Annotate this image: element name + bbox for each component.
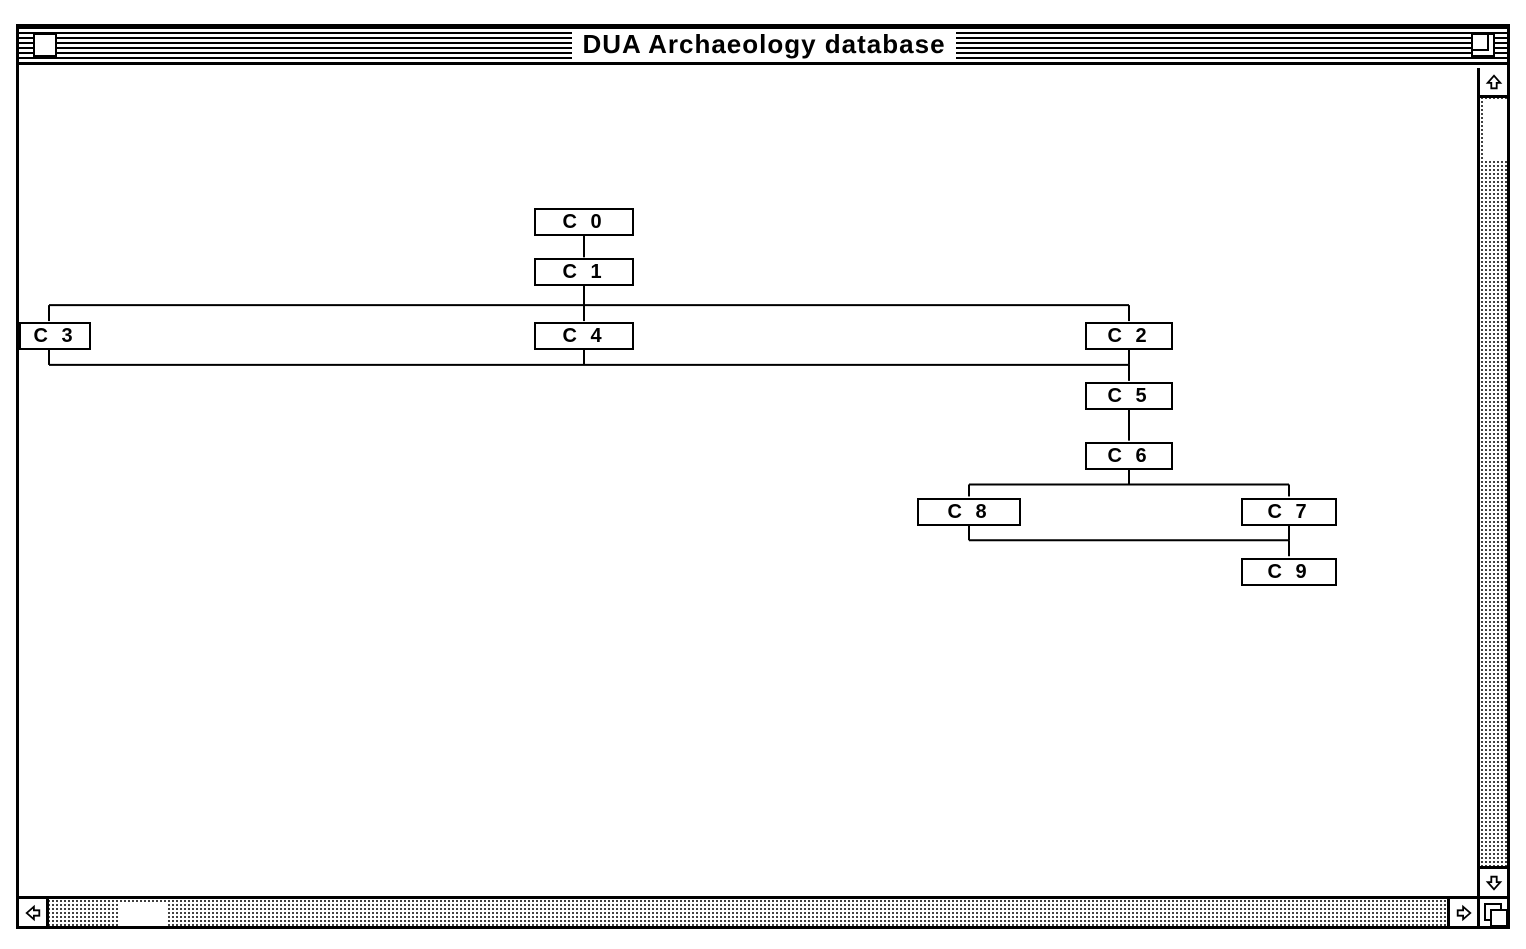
- scroll-right-button[interactable]: [1447, 899, 1477, 926]
- scroll-down-button[interactable]: [1480, 866, 1507, 896]
- window-titlebar[interactable]: DUA Archaeology database: [19, 27, 1507, 65]
- window-resize-handle[interactable]: [1477, 896, 1507, 926]
- node-c3[interactable]: C 3: [19, 322, 91, 350]
- node-c2[interactable]: C 2: [1085, 322, 1173, 350]
- vertical-scrollbar[interactable]: [1477, 68, 1507, 896]
- window-title: DUA Archaeology database: [572, 29, 955, 60]
- scroll-up-button[interactable]: [1480, 68, 1507, 98]
- app-window: DUA Archaeology database: [16, 24, 1510, 929]
- node-c1[interactable]: C 1: [534, 258, 634, 286]
- node-c4[interactable]: C 4: [534, 322, 634, 350]
- horizontal-scrollbar[interactable]: [19, 896, 1477, 926]
- vertical-scroll-thumb[interactable]: [1483, 101, 1507, 161]
- arrow-right-icon: [1455, 904, 1473, 922]
- arrow-up-icon: [1485, 73, 1503, 91]
- node-c5[interactable]: C 5: [1085, 382, 1173, 410]
- window-zoom-button[interactable]: [1471, 33, 1495, 57]
- node-c9[interactable]: C 9: [1241, 558, 1337, 586]
- node-c7[interactable]: C 7: [1241, 498, 1337, 526]
- window-close-button[interactable]: [33, 33, 57, 57]
- diagram-canvas-area[interactable]: C 0 C 1 C 3 C 4 C 2 C 5 C 6 C 8 C 7 C 9: [19, 68, 1477, 896]
- scroll-left-button[interactable]: [19, 899, 49, 926]
- node-c0[interactable]: C 0: [534, 208, 634, 236]
- arrow-down-icon: [1485, 874, 1503, 892]
- node-c8[interactable]: C 8: [917, 498, 1021, 526]
- node-c6[interactable]: C 6: [1085, 442, 1173, 470]
- horizontal-scroll-thumb[interactable]: [118, 902, 168, 926]
- arrow-left-icon: [24, 904, 42, 922]
- diagram-edges: [19, 68, 1477, 896]
